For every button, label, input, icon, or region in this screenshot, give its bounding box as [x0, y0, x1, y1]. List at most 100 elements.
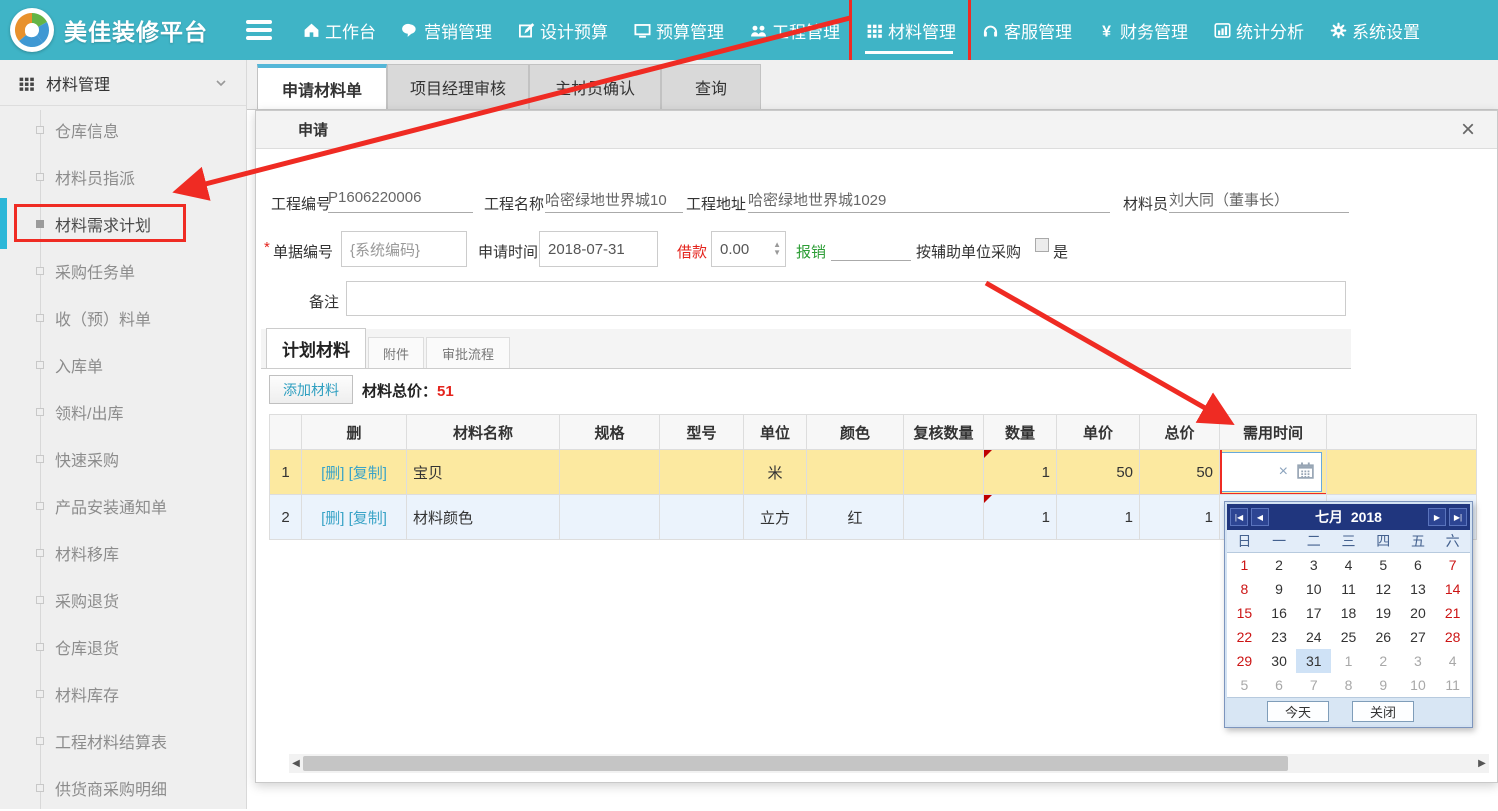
subtab-2[interactable]: 审批流程 [426, 337, 510, 368]
clear-icon[interactable]: × [1279, 464, 1288, 480]
calendar-day-17[interactable]: 17 [1296, 601, 1331, 625]
calendar-day-9[interactable]: 9 [1366, 673, 1401, 697]
calendar-day-31-selected[interactable]: 31 [1296, 649, 1331, 673]
calendar-day-16[interactable]: 16 [1262, 601, 1297, 625]
sidebar-item-1[interactable]: 材料员指派 [0, 153, 246, 200]
calendar-day-25[interactable]: 25 [1331, 625, 1366, 649]
year-label[interactable]: 2018 [1351, 509, 1382, 525]
subtab-1[interactable]: 附件 [368, 337, 424, 368]
project-name-value[interactable]: 哈密绿地世界城10 [545, 189, 683, 213]
calendar-day-2[interactable]: 2 [1262, 553, 1297, 577]
nav-item-9[interactable]: 系统设置 [1317, 0, 1433, 60]
calendar-day-3[interactable]: 3 [1296, 553, 1331, 577]
tab-1[interactable]: 项目经理审核 [387, 64, 529, 109]
calendar-close-button[interactable]: 关闭 [1352, 701, 1414, 722]
need-date-input[interactable]: × [1221, 452, 1322, 492]
calendar-day-4[interactable]: 4 [1435, 649, 1470, 673]
calendar-day-27[interactable]: 27 [1401, 625, 1436, 649]
reimburse-value[interactable] [831, 237, 911, 261]
calendar-icon[interactable] [1296, 461, 1315, 484]
calendar-day-11[interactable]: 11 [1435, 673, 1470, 697]
scrollbar-thumb[interactable] [303, 756, 1288, 771]
cell-color[interactable] [807, 450, 904, 495]
calendar-day-10[interactable]: 10 [1296, 577, 1331, 601]
calendar-day-3[interactable]: 3 [1401, 649, 1436, 673]
row-ops[interactable]: [删] [复制] [302, 450, 407, 495]
calendar-day-19[interactable]: 19 [1366, 601, 1401, 625]
delete-link[interactable]: [删] [321, 465, 344, 482]
calendar-day-30[interactable]: 30 [1262, 649, 1297, 673]
spinner-arrows-icon[interactable]: ▲▼ [773, 241, 785, 257]
nav-item-4[interactable]: 工程管理 [737, 0, 853, 60]
tab-0[interactable]: 申请材料单 [257, 64, 387, 109]
calendar-day-24[interactable]: 24 [1296, 625, 1331, 649]
sidebar-item-13[interactable]: 工程材料结算表 [0, 717, 246, 764]
nav-item-7[interactable]: ¥财务管理 [1085, 0, 1201, 60]
cell-name[interactable]: 材料颜色 [407, 495, 560, 540]
sidebar-item-5[interactable]: 入库单 [0, 341, 246, 388]
cell-model[interactable] [660, 495, 744, 540]
calendar-day-1[interactable]: 1 [1331, 649, 1366, 673]
subtab-0[interactable]: 计划材料 [266, 328, 366, 368]
cell-price[interactable]: 1 [1057, 495, 1140, 540]
nav-item-1[interactable]: 营销管理 [389, 0, 505, 60]
calendar-day-20[interactable]: 20 [1401, 601, 1436, 625]
copy-link[interactable]: [复制] [349, 510, 387, 527]
close-icon[interactable]: × [1461, 118, 1475, 142]
sidebar-item-0[interactable]: 仓库信息 [0, 106, 246, 153]
calendar-day-6[interactable]: 6 [1262, 673, 1297, 697]
sidebar-item-4[interactable]: 收（预）料单 [0, 294, 246, 341]
calendar-day-29[interactable]: 29 [1227, 649, 1262, 673]
calendar-day-5[interactable]: 5 [1366, 553, 1401, 577]
delete-link[interactable]: [删] [321, 510, 344, 527]
menu-icon[interactable] [246, 20, 272, 40]
project-addr-value[interactable]: 哈密绿地世界城1029 [748, 189, 1110, 213]
tab-2[interactable]: 主材员确认 [529, 64, 661, 109]
table-row-0[interactable]: 1[删] [复制]宝贝米15050× [270, 450, 1477, 495]
nav-item-5[interactable]: 材料管理 [853, 0, 969, 60]
calendar-day-5[interactable]: 5 [1227, 673, 1262, 697]
sidebar-item-2[interactable]: 材料需求计划 [0, 200, 246, 247]
cell-check-qty[interactable] [904, 495, 984, 540]
nav-item-3[interactable]: 预算管理 [621, 0, 737, 60]
cell-price[interactable]: 50 [1057, 450, 1140, 495]
calendar-day-8[interactable]: 8 [1227, 577, 1262, 601]
add-material-button[interactable]: 添加材料 [269, 375, 353, 404]
cell-unit[interactable]: 米 [744, 450, 807, 495]
calendar-day-28[interactable]: 28 [1435, 625, 1470, 649]
cell-color[interactable]: 红 [807, 495, 904, 540]
month-year-title[interactable]: 七月 2018 [1272, 507, 1425, 527]
cell-qty[interactable]: 1 [984, 450, 1057, 495]
last-month-icon[interactable]: ▶| [1449, 508, 1467, 526]
today-button[interactable]: 今天 [1267, 701, 1329, 722]
scroll-right-icon[interactable]: ▶ [1475, 758, 1489, 769]
calendar-day-11[interactable]: 11 [1331, 577, 1366, 601]
project-no-value[interactable]: P1606220006 [328, 189, 473, 213]
copy-link[interactable]: [复制] [349, 465, 387, 482]
row-ops[interactable]: [删] [复制] [302, 495, 407, 540]
sidebar-item-8[interactable]: 产品安装通知单 [0, 482, 246, 529]
row-index[interactable]: 1 [270, 450, 302, 495]
next-month-icon[interactable]: ▶ [1428, 508, 1446, 526]
sidebar-item-9[interactable]: 材料移库 [0, 529, 246, 576]
calendar-day-14[interactable]: 14 [1435, 577, 1470, 601]
cell-total[interactable]: 50 [1140, 450, 1220, 495]
calendar-day-2[interactable]: 2 [1366, 649, 1401, 673]
calendar-day-15[interactable]: 15 [1227, 601, 1262, 625]
calendar-day-12[interactable]: 12 [1366, 577, 1401, 601]
nav-item-0[interactable]: 工作台 [290, 0, 389, 60]
row-index[interactable]: 2 [270, 495, 302, 540]
nav-item-2[interactable]: 设计预算 [505, 0, 621, 60]
tab-3[interactable]: 查询 [661, 64, 761, 109]
cell-extra[interactable] [1327, 450, 1477, 495]
calendar-day-21[interactable]: 21 [1435, 601, 1470, 625]
cell-spec[interactable] [560, 450, 660, 495]
cell-spec[interactable] [560, 495, 660, 540]
apply-time-input[interactable]: 2018-07-31 [539, 231, 658, 267]
nav-item-6[interactable]: 客服管理 [969, 0, 1085, 60]
calendar-day-10[interactable]: 10 [1401, 673, 1436, 697]
cell-unit[interactable]: 立方 [744, 495, 807, 540]
calendar-day-22[interactable]: 22 [1227, 625, 1262, 649]
calendar-day-26[interactable]: 26 [1366, 625, 1401, 649]
material-staff-value[interactable]: 刘大同（董事长） [1169, 189, 1349, 213]
